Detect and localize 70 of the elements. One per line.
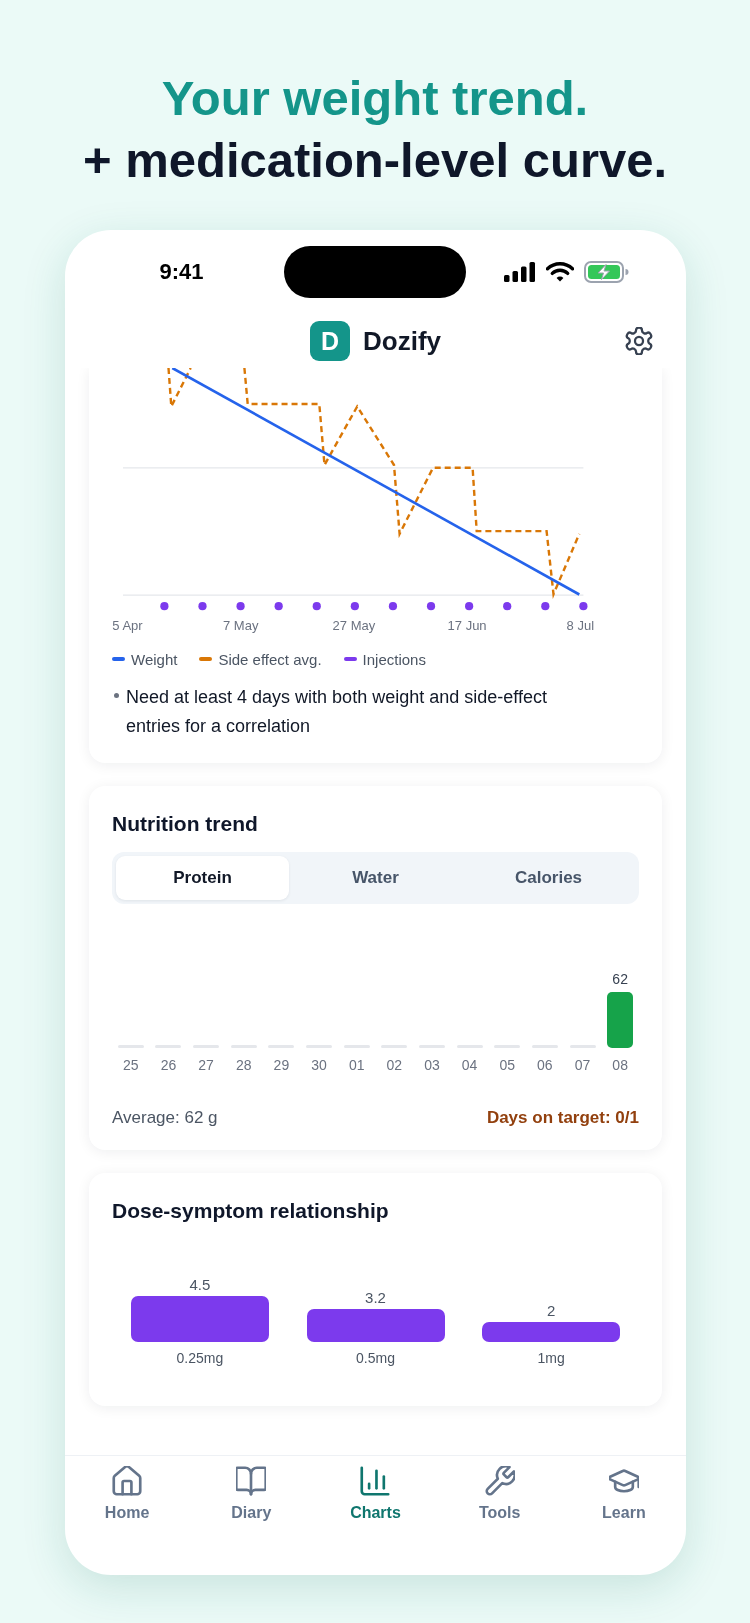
graduation-cap-icon bbox=[608, 1466, 639, 1496]
dose-label: 0.25mg bbox=[176, 1349, 224, 1367]
injection-dot bbox=[579, 602, 588, 611]
dose-label: 0.5mg bbox=[356, 1349, 395, 1367]
nav-tab[interactable]: Diary bbox=[227, 1456, 276, 1525]
injection-dot bbox=[503, 602, 512, 611]
day-label: 03 bbox=[424, 1056, 440, 1074]
legend-label: Side effect avg. bbox=[218, 650, 322, 668]
day-label: 05 bbox=[499, 1056, 515, 1074]
dose-label: 1mg bbox=[537, 1349, 565, 1367]
legend-label: Injections bbox=[362, 650, 426, 668]
wrench-icon bbox=[484, 1466, 515, 1496]
injection-dot bbox=[312, 602, 321, 611]
nav-tab[interactable]: Learn bbox=[598, 1456, 650, 1525]
headline-subtext: + medication-level curve. bbox=[82, 132, 668, 189]
headline-text: Your weight trend. bbox=[161, 70, 589, 127]
day-label: 30 bbox=[311, 1056, 327, 1074]
injection-dot bbox=[465, 602, 474, 611]
injection-dot bbox=[350, 602, 359, 611]
bar-chart-icon bbox=[360, 1466, 391, 1496]
day-label: 04 bbox=[461, 1056, 478, 1074]
axis-date-label: 27 May bbox=[332, 618, 376, 633]
nutrient-tab[interactable]: Water bbox=[289, 856, 462, 900]
bullet-dot-icon bbox=[114, 693, 119, 698]
legend-label: Weight bbox=[131, 650, 178, 668]
day-label: 06 bbox=[537, 1056, 553, 1074]
axis-date-label: 17 Jun bbox=[447, 618, 487, 633]
battery-charging-icon bbox=[584, 261, 629, 283]
day-label: 02 bbox=[386, 1056, 403, 1074]
injection-dot bbox=[160, 602, 169, 611]
card-title: Dose-symptom relationship bbox=[112, 1199, 390, 1223]
nav-tab[interactable]: Charts bbox=[346, 1456, 405, 1525]
status-time: 9:41 bbox=[159, 259, 204, 284]
nutrient-tab[interactable]: Calories bbox=[462, 856, 635, 900]
bar-value-label: 2 bbox=[547, 1301, 556, 1320]
day-label: 01 bbox=[348, 1056, 365, 1074]
app-title: Dozify bbox=[363, 325, 441, 357]
injection-dot bbox=[426, 602, 436, 611]
day-label: 28 bbox=[235, 1056, 252, 1074]
axis-date-label: 7 May bbox=[223, 618, 259, 633]
nutrient-tab[interactable]: Protein bbox=[116, 856, 289, 900]
injection-dot bbox=[388, 602, 398, 611]
correlation-note: Need at least 4 days with both weight and side-effect entries for a correlation bbox=[126, 686, 548, 738]
axis-date-label: 8 Jul bbox=[566, 618, 595, 633]
injection-dot bbox=[541, 602, 550, 611]
home-icon bbox=[112, 1466, 143, 1496]
bar-value-label: 4.5 bbox=[189, 1276, 211, 1295]
signal-icon bbox=[504, 262, 536, 282]
nav-tab[interactable]: Tools bbox=[474, 1456, 525, 1525]
day-label: 08 bbox=[612, 1056, 628, 1074]
average-text: Average: 62 g bbox=[112, 1107, 218, 1129]
open-book-icon bbox=[236, 1466, 267, 1496]
nav-tab[interactable]: Home bbox=[100, 1456, 154, 1525]
injection-dot bbox=[236, 602, 245, 611]
day-label: 27 bbox=[198, 1056, 214, 1074]
nutrition-bar bbox=[607, 992, 634, 1048]
app-logo: D bbox=[310, 321, 350, 361]
card-title: Nutrition trend bbox=[112, 812, 259, 836]
bar-value-label: 3.2 bbox=[365, 1289, 386, 1308]
day-label: 07 bbox=[574, 1056, 591, 1074]
wifi-icon bbox=[546, 262, 574, 282]
days-on-target-text: Days on target: 0/1 bbox=[486, 1107, 639, 1129]
bar-value-label: 62 bbox=[612, 970, 628, 989]
injection-dot bbox=[198, 602, 207, 611]
day-label: 25 bbox=[123, 1056, 139, 1074]
settings-icon[interactable] bbox=[625, 327, 653, 355]
axis-date-label: 5 Apr bbox=[112, 618, 143, 633]
injection-dot bbox=[274, 602, 283, 611]
day-label: 26 bbox=[160, 1056, 177, 1074]
day-label: 29 bbox=[273, 1056, 290, 1074]
